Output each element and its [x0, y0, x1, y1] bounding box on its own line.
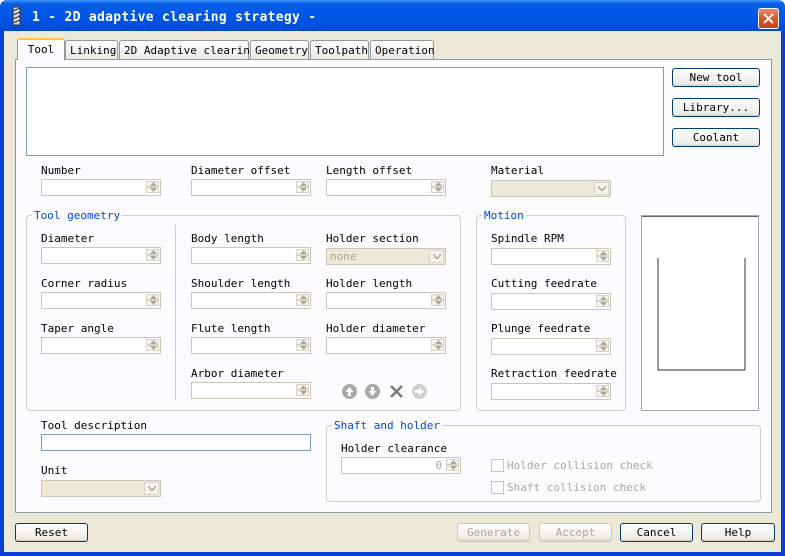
tab-label: Linking: [70, 44, 117, 57]
shaft-collision-checkbox[interactable]: [491, 481, 504, 494]
tab-toolpath[interactable]: Toolpath: [310, 40, 369, 59]
new-tool-button[interactable]: New tool: [672, 68, 760, 87]
chevron-down-icon: [598, 186, 606, 191]
corner-radius-label: Corner radius: [41, 277, 128, 290]
cutting-feedrate-spinbox[interactable]: [491, 293, 611, 310]
tab-linking[interactable]: Linking: [65, 40, 118, 59]
delete-icon[interactable]: [388, 383, 405, 400]
tool-description-input[interactable]: [41, 434, 311, 451]
arbor-diameter-spinbox[interactable]: [191, 382, 311, 399]
arrow-right-icon[interactable]: [411, 383, 428, 400]
reset-button[interactable]: Reset: [15, 523, 88, 542]
holder-collision-label: Holder collision check: [507, 459, 653, 472]
holder-section-select[interactable]: none: [326, 248, 446, 265]
tool-description-label: Tool description: [41, 419, 147, 432]
window-title: 1 - 2D adaptive clearing strategy -: [32, 10, 317, 25]
close-button[interactable]: [758, 8, 779, 29]
holder-diameter-label: Holder diameter: [326, 322, 426, 335]
group-divider: [175, 225, 176, 400]
length-offset-label: Length offset: [326, 164, 413, 177]
holder-section-label: Holder section: [326, 232, 419, 245]
tab-label: Toolpath: [315, 44, 368, 57]
generate-button[interactable]: Generate: [457, 523, 530, 542]
help-button[interactable]: Help: [701, 523, 775, 542]
tab-tool[interactable]: Tool: [17, 38, 65, 60]
number-spinbox[interactable]: [41, 179, 161, 196]
tool-preview: [641, 215, 759, 411]
holder-clearance-label: Holder clearance: [341, 442, 447, 455]
arbor-diameter-label: Arbor diameter: [191, 367, 284, 380]
shoulder-length-label: Shoulder length: [191, 277, 291, 290]
flute-length-label: Flute length: [191, 322, 271, 335]
plunge-feedrate-label: Plunge feedrate: [491, 322, 591, 335]
title-bar[interactable]: 1 - 2D adaptive clearing strategy -: [0, 0, 785, 31]
chevron-down-icon: [148, 486, 156, 491]
retraction-feedrate-spinbox[interactable]: [491, 383, 611, 400]
tab-label: Operation: [375, 44, 435, 57]
spindle-rpm-spinbox[interactable]: [491, 248, 611, 265]
cancel-button[interactable]: Cancel: [620, 523, 693, 542]
length-offset-spinbox[interactable]: [326, 179, 446, 196]
holder-length-label: Holder length: [326, 277, 413, 290]
shaft-collision-label: Shaft collision check: [507, 481, 647, 494]
material-label: Material: [491, 164, 544, 177]
plunge-feedrate-spinbox[interactable]: [491, 338, 611, 355]
body-length-label: Body length: [191, 232, 264, 245]
tab-operation[interactable]: Operation: [370, 40, 435, 59]
tab-label: 2D Adaptive clearing: [124, 44, 257, 57]
diameter-offset-spinbox[interactable]: [191, 179, 311, 196]
taper-angle-spinbox[interactable]: [41, 337, 161, 354]
diameter-spinbox[interactable]: [41, 247, 161, 264]
tool-geometry-title: Tool geometry: [32, 209, 123, 222]
body-length-spinbox[interactable]: [191, 247, 311, 264]
tool-list[interactable]: [26, 67, 664, 156]
shaft-and-holder-title: Shaft and holder: [332, 419, 442, 432]
motion-title: Motion: [482, 209, 526, 222]
chevron-down-icon: [433, 254, 441, 259]
corner-radius-spinbox[interactable]: [41, 292, 161, 309]
close-icon: [763, 13, 774, 24]
tab-label: Geometry: [255, 44, 308, 57]
holder-diameter-spinbox[interactable]: [326, 337, 446, 354]
move-up-icon[interactable]: [341, 383, 358, 400]
spindle-rpm-label: Spindle RPM: [491, 232, 564, 245]
flute-length-spinbox[interactable]: [191, 337, 311, 354]
holder-section-value: none: [330, 250, 357, 263]
end-mill-icon: [12, 6, 21, 26]
holder-clearance-value: 0: [435, 459, 442, 472]
holder-length-spinbox[interactable]: [326, 292, 446, 309]
shoulder-length-spinbox[interactable]: [191, 292, 311, 309]
accept-button[interactable]: Accept: [539, 523, 612, 542]
tool-outline: [642, 216, 758, 371]
library-button[interactable]: Library...: [672, 98, 760, 117]
unit-select[interactable]: [41, 480, 161, 497]
coolant-button[interactable]: Coolant: [672, 128, 760, 147]
tab-2d-adaptive-clearing[interactable]: 2D Adaptive clearing: [119, 40, 256, 59]
move-down-icon[interactable]: [364, 383, 381, 400]
tab-label: Tool: [27, 43, 55, 56]
number-label: Number: [41, 164, 81, 177]
retraction-feedrate-label: Retraction feedrate: [491, 367, 617, 380]
material-select[interactable]: [491, 180, 611, 197]
holder-collision-checkbox[interactable]: [491, 459, 504, 472]
tab-geometry[interactable]: Geometry: [250, 40, 309, 59]
taper-angle-label: Taper angle: [41, 322, 114, 335]
unit-label: Unit: [41, 464, 68, 477]
holder-clearance-spinbox[interactable]: 0: [341, 457, 461, 474]
cutting-feedrate-label: Cutting feedrate: [491, 277, 597, 290]
diameter-label: Diameter: [41, 232, 94, 245]
diameter-offset-label: Diameter offset: [191, 164, 291, 177]
